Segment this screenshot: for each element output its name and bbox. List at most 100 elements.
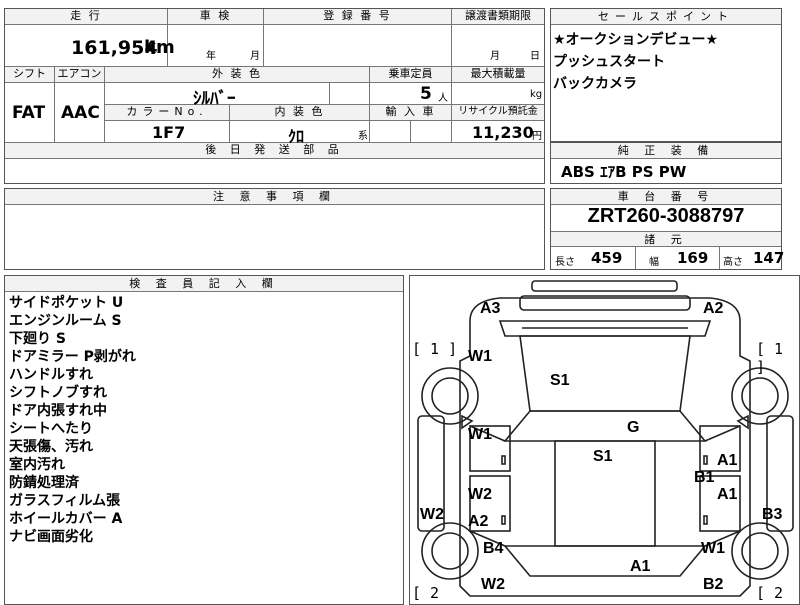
chassis-panel: 車 台 番 号 ZRT260-3088797 諸 元 長さ 459 幅 169 …: [550, 188, 785, 270]
notes-panel: 注 意 事 項 欄: [4, 188, 545, 270]
inspector-item: ナビ画面劣化: [9, 529, 93, 545]
specs-label: 諸 元: [551, 231, 781, 247]
import-cell-2: [411, 121, 452, 143]
mark-b2-rear-right: B2: [703, 576, 724, 593]
mark-s1-roof: S1: [593, 448, 613, 465]
sales-point-item: バックカメラ: [553, 76, 637, 92]
bracket-2-right: [ 2 ]: [756, 584, 784, 604]
equipment-panel: 純 正 装 備 ABS ｴｱB PS PW: [550, 142, 782, 184]
recycle-cell: 11,230 円: [452, 121, 544, 143]
bracket-1-right: [ 1 ]: [756, 340, 784, 376]
mark-w2-rear-door-left: W2: [468, 486, 492, 503]
mileage-label: 走 行: [5, 9, 168, 25]
inspector-item: 防錆処理済: [9, 475, 79, 491]
mileage-cell: 161,954 km: [5, 25, 175, 67]
width-label: 幅: [649, 257, 659, 268]
mark-a2-top: A2: [703, 300, 724, 317]
inspector-item: ガラスフィルム張: [9, 493, 121, 509]
inspection-cell: 年 月: [168, 25, 264, 67]
height-value: 147: [753, 249, 785, 267]
inspector-item: ホイールカバー A: [9, 511, 123, 527]
inspector-item: ドアミラー P剥がれ: [9, 349, 136, 365]
sales-point-item: プッシュスタート: [553, 54, 665, 70]
inspection-label: 車 検: [168, 9, 264, 25]
sales-point-item: ★オークションデビュー★: [553, 32, 719, 48]
transfer-day-unit: 日: [530, 51, 540, 62]
mark-w1-front-left: W1: [468, 348, 492, 365]
mark-a3: A3: [480, 300, 501, 317]
mark-w1-door-left: W1: [468, 426, 492, 443]
mark-g-windshield: G: [627, 419, 640, 436]
ac-label: エアコン: [55, 67, 105, 83]
inspector-item: 天張傷、汚れ: [9, 439, 93, 455]
vehicle-info-table: 走 行 車 検 登 録 番 号 譲渡書類期限 161,954 km 年 月 月 …: [4, 8, 545, 184]
sales-points-list: ★オークションデビュー★ プッシュスタート バックカメラ: [553, 29, 718, 95]
equipment-label: 純 正 装 備: [551, 143, 781, 159]
chassis-number: ZRT260-3088797: [587, 205, 745, 227]
shift-cell: FAT: [5, 83, 55, 143]
mark-a1-trunk: A1: [630, 558, 651, 575]
transfer-month-unit: 月: [490, 51, 500, 62]
mark-w2-rear-left: W2: [481, 576, 505, 593]
inspector-list: サイドポケット U エンジンルーム S 下廻り S ドアミラー P剥がれ ハンド…: [9, 294, 136, 546]
mark-b4: B4: [483, 540, 504, 557]
width-value: 169: [677, 249, 709, 267]
bracket-2-left: [ 2: [412, 584, 440, 602]
specs-divider-2: [719, 247, 720, 269]
inspector-item: ハンドルすれ: [9, 367, 93, 383]
recycle-unit: 円: [532, 131, 542, 142]
mark-b1-right: B1: [694, 469, 715, 486]
mark-a2-rear-left: A2: [468, 513, 489, 530]
shift-label: シフト: [5, 67, 55, 83]
mark-w1-rear-right: W1: [701, 540, 725, 557]
color-no-cell: 1F7: [105, 121, 230, 143]
mark-s1-hood: S1: [550, 372, 570, 389]
capacity-label: 乗車定員: [370, 67, 452, 83]
shift-value: FAT: [12, 103, 46, 123]
reg-no-cell: [264, 25, 452, 67]
length-value: 459: [591, 249, 623, 267]
mark-w2-side: W2: [420, 506, 444, 523]
length-label: 長さ: [555, 257, 575, 268]
inspector-item: エンジンルーム S: [9, 313, 122, 329]
exterior-color-cell: ｼﾙﾊﾞｰ: [105, 83, 330, 109]
color-no-label: カラーNo.: [105, 105, 230, 121]
inspector-item: ドア内張すれ中: [9, 403, 107, 419]
exterior-color-sub-cell: [330, 83, 370, 105]
max-load-label: 最大積載量: [452, 67, 544, 83]
bracket-1-left: [ 1 ]: [412, 340, 458, 358]
ac-value: AAC: [61, 103, 100, 123]
equipment-value: ABS ｴｱB PS PW: [561, 163, 687, 181]
interior-color-unit: 系: [358, 131, 368, 142]
transfer-deadline-label: 譲渡書類期限: [452, 9, 544, 25]
specs-divider-1: [635, 247, 636, 269]
inspector-item: 下廻り S: [9, 331, 66, 347]
inspector-item: サイドポケット U: [9, 295, 124, 311]
import-cell-1: [370, 121, 411, 143]
interior-color-label: 内 装 色: [230, 105, 370, 121]
exterior-color-label: 外 装 色: [105, 67, 370, 83]
inspector-panel: 検 査 員 記 入 欄 サイドポケット U エンジンルーム S 下廻り S ドア…: [4, 275, 404, 605]
max-load-cell: kg: [452, 83, 544, 105]
inspection-month-unit: 月: [250, 51, 260, 62]
inspection-year-unit: 年: [206, 51, 216, 62]
capacity-cell: 5 人: [370, 83, 452, 105]
max-load-unit: kg: [530, 89, 543, 100]
car-diagram-panel: [ 1 ] [ 1 ] [ 2 [ 2 ] A3 A2 W1 S1 W1 G S…: [409, 275, 800, 605]
interior-color-cell: ｸﾛ 系: [230, 121, 370, 146]
notes-label: 注 意 事 項 欄: [5, 189, 544, 205]
specs-row: 長さ 459 幅 169 高さ 147: [551, 247, 785, 269]
inspector-item: 室内汚れ: [9, 457, 65, 473]
chassis-label: 車 台 番 号: [551, 189, 781, 205]
capacity-value: 5: [420, 84, 432, 104]
recycle-value: 11,230: [472, 123, 534, 142]
color-no-value: 1F7: [152, 123, 186, 142]
capacity-unit: 人: [438, 93, 448, 104]
sales-points-panel: セールスポイント ★オークションデビュー★ プッシュスタート バックカメラ: [550, 8, 782, 142]
ac-cell: AAC: [55, 83, 105, 143]
mark-a1-rear-right: A1: [717, 486, 738, 503]
inspector-item: シートへたり: [9, 421, 93, 437]
mark-b3: B3: [762, 506, 783, 523]
inspector-label: 検 査 員 記 入 欄: [5, 276, 403, 292]
reg-no-label: 登 録 番 号: [264, 9, 452, 25]
